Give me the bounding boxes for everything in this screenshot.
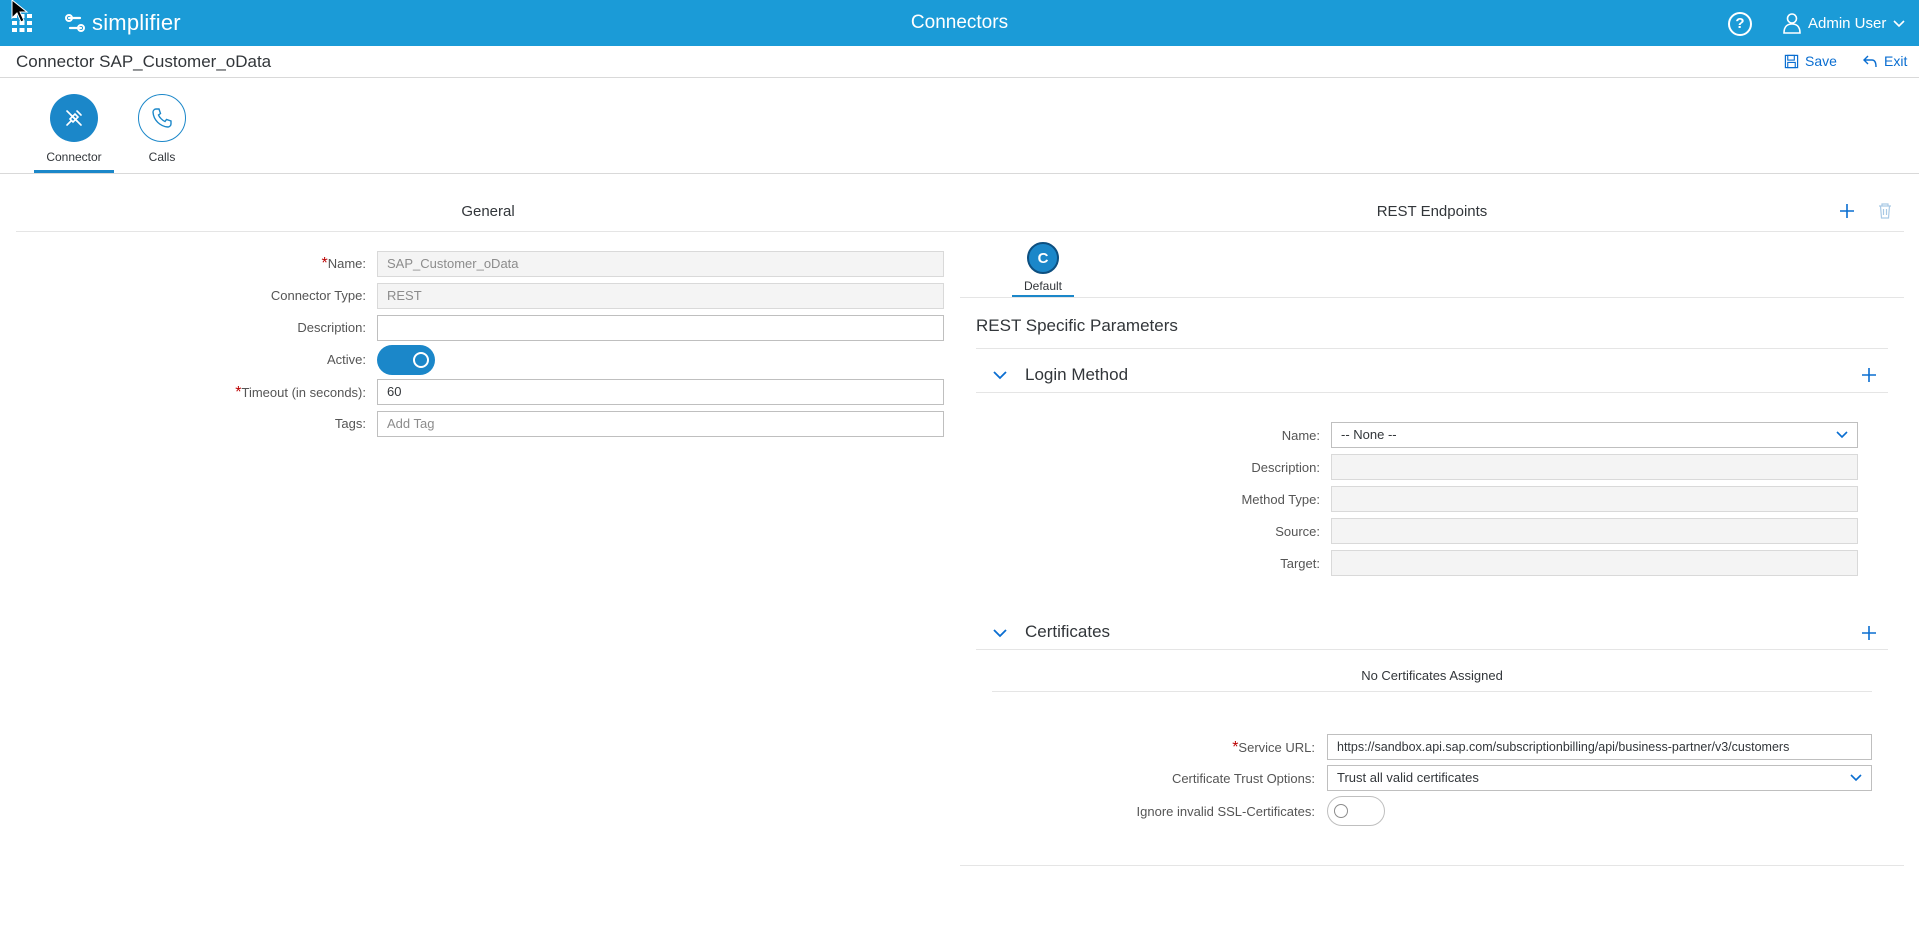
login-description-input	[1331, 454, 1858, 480]
endpoint-tab-default[interactable]: C Default	[1012, 242, 1074, 293]
certificate-trust-label: Certificate Trust Options:	[1171, 771, 1315, 786]
add-certificate-icon[interactable]	[1860, 624, 1878, 642]
trash-icon[interactable]	[1877, 202, 1893, 220]
certificates-title: Certificates	[1025, 622, 1111, 641]
general-divider	[16, 231, 960, 232]
logo-text: simplifier	[92, 10, 181, 35]
shell-bar: simplifier Connectors ? Admin User	[0, 0, 1919, 46]
no-certificates-text: No Certificates Assigned	[1361, 668, 1503, 683]
method-type-input	[1331, 486, 1858, 512]
rest-endpoints-divider	[960, 231, 1904, 232]
rest-specific-params-title: REST Specific Parameters	[976, 316, 1178, 335]
active-tab-indicator	[34, 170, 114, 173]
mouse-cursor-icon	[11, 0, 29, 23]
toggle-knob	[413, 352, 429, 368]
chevron-down-icon	[1893, 20, 1905, 28]
target-label: Target:	[1280, 556, 1320, 571]
service-url-input[interactable]: https://sandbox.api.sap.com/subscription…	[1327, 734, 1872, 760]
active-toggle[interactable]	[377, 345, 435, 375]
exit-button[interactable]: Exit	[1862, 53, 1907, 69]
login-name-value: -- None --	[1341, 427, 1397, 442]
ignore-ssl-label: Ignore invalid SSL-Certificates:	[1136, 804, 1315, 819]
endpoint-tabs-divider	[960, 297, 1904, 298]
user-name: Admin User	[1808, 14, 1887, 32]
tab-calls-label: Calls	[148, 150, 176, 164]
certificates-divider	[976, 649, 1888, 650]
phone-icon	[138, 94, 186, 142]
user-menu[interactable]: Admin User	[1782, 12, 1906, 34]
timeout-label: *Timeout (in seconds):	[235, 384, 366, 401]
login-description-label: Description:	[1251, 460, 1320, 475]
tags-label: Tags:	[334, 416, 366, 431]
tags-input[interactable]: Add Tag	[377, 411, 944, 437]
help-icon[interactable]: ?	[1728, 12, 1752, 36]
certificate-trust-select[interactable]: Trust all valid certificates	[1327, 765, 1872, 791]
ignore-ssl-toggle[interactable]	[1327, 796, 1385, 826]
active-label: Active:	[326, 352, 366, 367]
endpoint-tab-label: Default	[1023, 279, 1063, 293]
page-title: Connector SAP_Customer_oData	[16, 52, 272, 71]
certificate-trust-value: Trust all valid certificates	[1337, 770, 1479, 785]
connector-type-input[interactable]: REST	[377, 283, 944, 309]
collapse-login-method-icon[interactable]	[992, 369, 1008, 381]
icon-tab-bar: Connector Calls	[0, 78, 1919, 174]
general-title: General	[461, 203, 515, 220]
simplifier-logo[interactable]: simplifier	[64, 10, 181, 36]
chevron-down-icon	[1850, 774, 1862, 782]
login-name-select[interactable]: -- None --	[1331, 422, 1858, 448]
chevron-down-icon	[1836, 431, 1848, 439]
login-method-title: Login Method	[1025, 365, 1129, 384]
source-input	[1331, 518, 1858, 544]
shell-title: Connectors	[910, 12, 1009, 33]
rest-bottom-divider	[960, 865, 1904, 866]
certificates-empty-divider	[992, 691, 1872, 692]
plug-icon	[50, 94, 98, 142]
save-icon	[1784, 54, 1799, 68]
target-input	[1331, 550, 1858, 576]
simplifier-logo-icon	[65, 14, 85, 32]
service-url-label: *Service URL:	[1232, 739, 1315, 756]
tab-connector[interactable]: Connector	[34, 94, 114, 164]
source-label: Source:	[1275, 524, 1320, 539]
name-input[interactable]: SAP_Customer_oData	[377, 251, 944, 277]
login-method-divider	[976, 392, 1888, 393]
description-label: Description:	[297, 320, 366, 335]
toggle-knob	[1334, 804, 1348, 818]
method-type-label: Method Type:	[1241, 492, 1320, 507]
description-input[interactable]	[377, 315, 944, 341]
collapse-certificates-icon[interactable]	[992, 627, 1008, 639]
params-divider	[976, 348, 1888, 349]
login-name-label: Name:	[1281, 428, 1320, 443]
save-button[interactable]: Save	[1784, 53, 1837, 69]
save-label: Save	[1805, 53, 1837, 69]
tab-calls[interactable]: Calls	[122, 94, 202, 164]
endpoint-letter-badge: C	[1027, 242, 1059, 274]
rest-endpoints-title: REST Endpoints	[1376, 203, 1488, 220]
timeout-input[interactable]: 60	[377, 379, 944, 405]
connector-type-label: Connector Type:	[270, 288, 366, 303]
add-login-method-icon[interactable]	[1860, 366, 1878, 384]
name-label: *Name:	[321, 255, 366, 272]
tab-connector-label: Connector	[46, 150, 102, 164]
object-header: Connector SAP_Customer_oData Save Exit	[0, 46, 1919, 78]
exit-label: Exit	[1884, 53, 1908, 69]
user-icon	[1783, 13, 1801, 34]
add-endpoint-icon[interactable]	[1838, 202, 1856, 220]
exit-icon	[1863, 55, 1877, 67]
